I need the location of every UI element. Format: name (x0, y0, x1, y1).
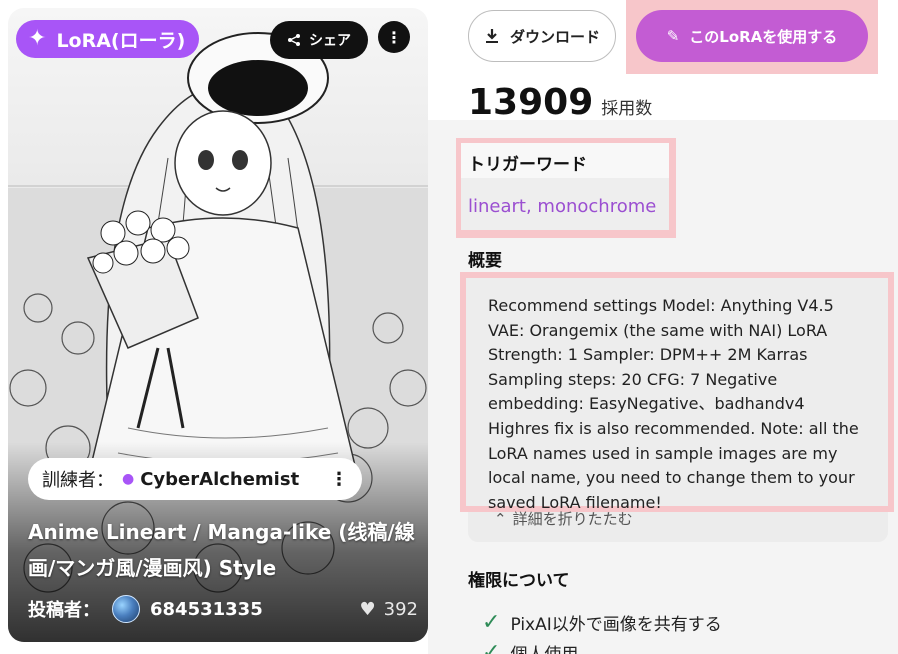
share-icon (288, 34, 300, 46)
summary-title: 概要 (468, 251, 502, 271)
trainer-label: 訓練者： (42, 470, 114, 491)
more-vertical-icon: ⋮ (386, 27, 402, 47)
permission-label: 個人使用 (510, 640, 578, 654)
trainer-more-icon[interactable]: ⋮ (330, 469, 348, 490)
lora-type-label: LoRA(ローラ) (56, 29, 186, 52)
download-icon (485, 29, 498, 43)
check-icon: ✓ (482, 610, 501, 635)
usage-label: 採用数 (601, 99, 653, 119)
collapse-label: 詳細を折りたたむ (512, 510, 633, 528)
trigger-words[interactable]: lineart, monochrome (461, 178, 669, 230)
share-button[interactable]: シェア (270, 21, 368, 59)
sparkle-icon: ✦ (28, 26, 47, 51)
permissions-title: 権限について (468, 571, 570, 591)
permission-item: ✓ 個人使用 (482, 640, 578, 654)
model-preview-card[interactable]: ✦ LoRA(ローラ) シェア ⋮ 訓練者： ● CyberAlchemist … (8, 8, 428, 642)
permission-label: PixAI以外で画像を共有する (510, 615, 722, 635)
lora-type-badge: ✦ LoRA(ローラ) (16, 20, 200, 58)
like-button[interactable]: ♥ 392 (360, 599, 419, 620)
person-icon: ● (122, 471, 135, 487)
summary-text: Recommend settings Model: Anything V4.5 … (466, 278, 888, 512)
more-options-button[interactable]: ⋮ (378, 21, 410, 53)
poster-label: 投稿者： (28, 600, 100, 621)
like-count: 392 (383, 598, 418, 620)
usage-count: 13909 (468, 82, 594, 123)
trainer-name[interactable]: CyberAlchemist (140, 469, 299, 490)
download-label: ダウンロード (509, 27, 600, 46)
share-label: シェア (309, 33, 351, 49)
brush-icon: ✎ (666, 27, 680, 45)
model-title: Anime Lineart / Manga-like (线稿/線画/マンガ風/漫… (28, 520, 415, 580)
use-lora-label: このLoRAを使用する (689, 27, 838, 46)
trigger-title: トリガーワード (468, 155, 587, 175)
permission-item: ✓ PixAI以外で画像を共有する (482, 610, 722, 635)
trainer-chip[interactable]: 訓練者： ● CyberAlchemist ⋮ (28, 458, 362, 500)
heart-icon: ♥ (359, 598, 376, 620)
poster-name[interactable]: 684531335 (150, 599, 263, 620)
poster-row: 投稿者： 684531335 ♥ 392 (28, 594, 418, 624)
use-lora-button[interactable]: ✎ このLoRAを使用する (636, 10, 868, 62)
avatar[interactable] (112, 595, 140, 623)
download-button[interactable]: ダウンロード (468, 10, 616, 62)
collapse-details-button[interactable]: ⌃ 詳細を折りたたむ (494, 508, 633, 529)
chevron-up-icon: ⌃ (494, 509, 507, 528)
check-icon: ✓ (482, 640, 501, 654)
